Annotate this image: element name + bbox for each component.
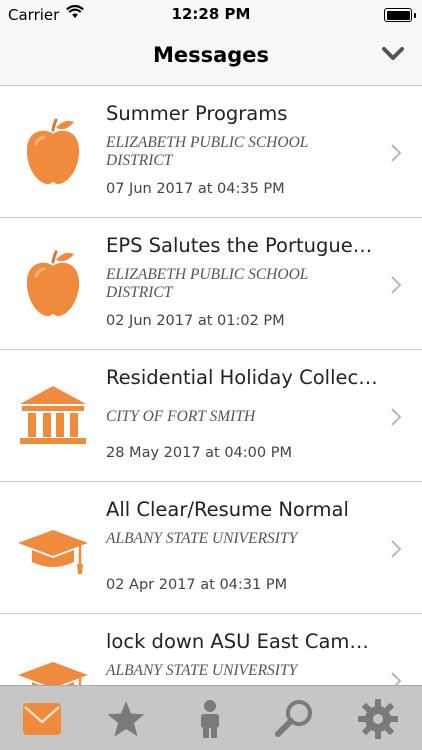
- tab-bar: [0, 685, 422, 750]
- message-sender: ELIZABETH PUBLIC SCHOOL DISTRICT: [106, 266, 309, 301]
- tab-messages[interactable]: [0, 686, 84, 750]
- chevron-right-icon: [391, 276, 402, 294]
- battery-icon: [384, 8, 416, 22]
- message-sender: ALBANY STATE UNIVERSITY: [106, 530, 298, 547]
- chevron-right-icon: [391, 540, 402, 558]
- message-title: Summer Programs: [106, 102, 288, 125]
- tab-settings[interactable]: [336, 686, 420, 750]
- envelope-icon: [23, 703, 61, 735]
- message-row[interactable]: All Clear/Resume Normal ALBANY STATE UNI…: [0, 482, 422, 614]
- status-time: 12:28 PM: [171, 5, 251, 23]
- chevron-right-icon: [391, 408, 402, 426]
- status-bar: Carrier 12:28 PM: [0, 0, 422, 30]
- message-row[interactable]: Summer Programs ELIZABETH PUBLIC SCHOOL …: [0, 86, 422, 218]
- page-title: Messages: [152, 43, 270, 67]
- message-sender: ALBANY STATE UNIVERSITY: [106, 662, 298, 679]
- message-row[interactable]: EPS Salutes the Portugue… ELIZABETH PUBL…: [0, 218, 422, 350]
- message-title: EPS Salutes the Portugue…: [106, 234, 373, 257]
- message-list[interactable]: Summer Programs ELIZABETH PUBLIC SCHOOL …: [0, 86, 422, 685]
- apple-icon: [26, 250, 80, 316]
- graduation-cap-icon: [18, 530, 88, 574]
- message-row[interactable]: lock down ASU East Cam… ALBANY STATE UNI…: [0, 614, 422, 685]
- message-date: 07 Jun 2017 at 04:35 PM: [106, 181, 285, 197]
- message-title: Residential Holiday Collec…: [106, 366, 378, 389]
- chevron-right-icon: [391, 144, 402, 162]
- message-date: 28 May 2017 at 04:00 PM: [106, 445, 292, 461]
- chevron-down-icon[interactable]: [382, 46, 404, 62]
- apple-icon: [26, 118, 80, 184]
- graduation-cap-icon: [18, 662, 88, 685]
- chevron-right-icon: [391, 672, 402, 685]
- gear-icon: [358, 699, 398, 739]
- message-date: 02 Apr 2017 at 04:31 PM: [106, 577, 288, 593]
- star-icon: [107, 701, 145, 737]
- message-title: All Clear/Resume Normal: [106, 498, 349, 521]
- government-building-icon: [20, 386, 86, 444]
- message-date: 02 Jun 2017 at 01:02 PM: [106, 313, 285, 329]
- nav-bar: Messages: [0, 30, 422, 86]
- person-icon: [201, 700, 219, 738]
- tab-profile[interactable]: [168, 686, 252, 750]
- message-sender: CITY OF FORT SMITH: [106, 408, 256, 425]
- message-sender: ELIZABETH PUBLIC SCHOOL DISTRICT: [106, 134, 309, 169]
- tab-favorites[interactable]: [84, 686, 168, 750]
- magnifier-icon: [275, 700, 312, 737]
- message-row[interactable]: Residential Holiday Collec… CITY OF FORT…: [0, 350, 422, 482]
- tab-search[interactable]: [252, 686, 336, 750]
- message-title: lock down ASU East Cam…: [106, 630, 369, 653]
